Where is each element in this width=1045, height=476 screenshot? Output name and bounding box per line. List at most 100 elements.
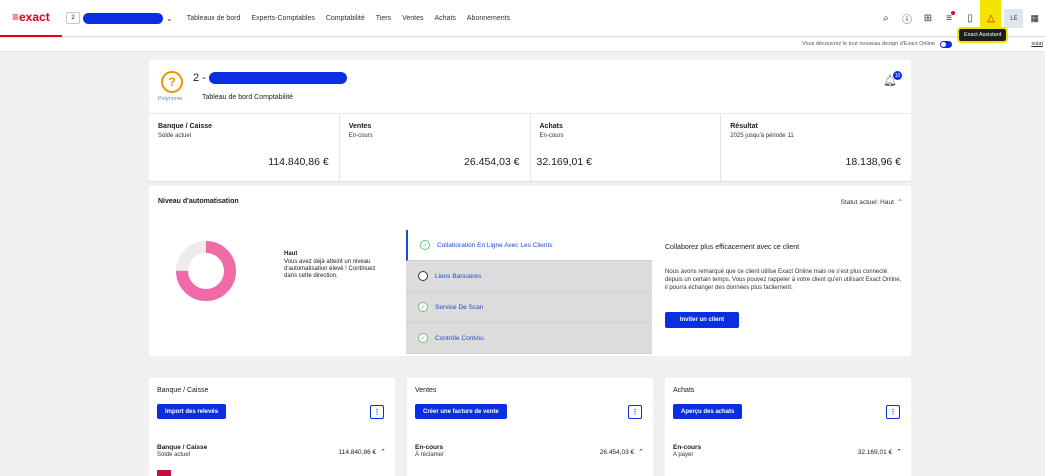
more-menu-icon[interactable]: ⋮ xyxy=(370,405,384,419)
step-collaboration[interactable]: ✓ Collaboration En Ligne Avec Les Client… xyxy=(406,230,652,261)
notification-badge: 10 xyxy=(893,71,902,80)
chevron-down-icon: ⌄ xyxy=(166,13,173,23)
exact-assistant-tooltip: Exact Assistant xyxy=(956,27,1009,43)
check-circle-icon: ✓ xyxy=(420,240,430,250)
row-value-toggle[interactable]: 114.840,86 € ⌃ xyxy=(338,448,386,457)
card-title: Achats xyxy=(673,387,695,394)
kpi-value: 18.138,96 € xyxy=(845,156,901,168)
top-bar: ≡exact 2 ⌄ Tableaux de bord Experts-Comp… xyxy=(0,0,1045,37)
company-prefix: 2 - xyxy=(193,72,206,84)
automation-level: Haut Vous avez déjà atteint un niveau d'… xyxy=(284,251,389,280)
row-sub: A payer xyxy=(673,452,694,458)
automation-section: Niveau d'automatisation Statut actuel: H… xyxy=(149,186,911,356)
search-icon[interactable]: ⌕ xyxy=(875,0,896,37)
kpi-title: Achats xyxy=(539,123,563,130)
check-circle-icon: ✓ xyxy=(418,333,428,343)
level-text: Vous avez déjà atteint un niveau d'autom… xyxy=(284,259,376,279)
row-value: 26.454,03 € xyxy=(599,448,635,456)
card-ventes: Ventes Créer une facture de vente ⋮ En-c… xyxy=(407,378,653,476)
notification-dot xyxy=(951,11,956,15)
company-code: 2 xyxy=(66,12,80,24)
nav-achats[interactable]: Achats xyxy=(434,15,455,22)
kpi-sub: En-cours xyxy=(539,133,564,139)
row-value: 114.840,86 € xyxy=(338,448,377,456)
step-controle-continu[interactable]: ✓ Contrôle Continu xyxy=(406,323,652,354)
kpi-value: 26.454,03 € xyxy=(464,156,520,168)
nav-experts-comptables[interactable]: Experts-Comptables xyxy=(251,15,314,22)
row-title: Banque / Caisse xyxy=(157,444,208,451)
brand-name: Polynome xyxy=(158,96,183,102)
import-statements-button[interactable]: Import des relevés xyxy=(157,404,227,419)
kpi-achats[interactable]: Achats En-cours 32.169,01 € xyxy=(531,114,722,181)
empty-circle-icon: ✓ xyxy=(418,271,428,281)
kpi-value: 114.840,86 € xyxy=(268,156,329,168)
detail-title: Collaborez plus efficacement avec ce cli… xyxy=(665,244,800,251)
row-title: En-cours xyxy=(415,444,444,451)
kpi-resultat[interactable]: Résultat 2025 jusqu'à période 11 18.138,… xyxy=(721,114,911,181)
more-menu-icon[interactable]: ⋮ xyxy=(886,405,900,419)
dashboard-panel: ? Polynome 2 - Tableau de bord Comptabil… xyxy=(149,60,911,356)
row-value-toggle[interactable]: 32.169,01 € ⌃ xyxy=(857,448,902,457)
more-menu-icon[interactable]: ⋮ xyxy=(628,405,642,419)
chevron-up-icon: ⌃ xyxy=(895,199,903,206)
nav-abonnements[interactable]: Abonnements xyxy=(467,15,510,22)
kpi-title: Ventes xyxy=(348,123,372,130)
kpi-ventes[interactable]: Ventes En-cours 26.454,03 € xyxy=(340,114,531,181)
kpi-sub: Solde actuel xyxy=(158,133,192,139)
purchases-overview-button[interactable]: Aperçu des achats xyxy=(673,404,743,419)
feedback-link[interactable]: sulat xyxy=(1031,41,1043,47)
help-icon[interactable]: ⓘ xyxy=(896,0,917,37)
automation-status: Statut actuel: Haut xyxy=(840,199,894,206)
polynome-logo-icon: ? xyxy=(161,71,183,93)
exact-logo[interactable]: ≡exact xyxy=(0,0,62,37)
nav-tiers[interactable]: Tiers xyxy=(376,15,391,22)
card-achats: Achats Aperçu des achats ⋮ En-cours A pa… xyxy=(665,378,911,476)
create-sales-invoice-button[interactable]: Créer une facture de vente xyxy=(415,404,507,419)
kpi-title: Banque / Caisse xyxy=(158,123,213,130)
card-title: Banque / Caisse xyxy=(157,387,209,394)
step-label: Liens Bancaires xyxy=(435,272,482,280)
company-name-redacted xyxy=(83,12,163,24)
level-label: Haut xyxy=(284,251,298,257)
detail-text: Nous avons remarqué que ce client utilis… xyxy=(665,269,902,291)
design-banner: Vous découvrez le tout nouveau design d'… xyxy=(0,38,1045,52)
nav-comptabilite[interactable]: Comptabilité xyxy=(326,15,365,22)
kpi-title: Résultat xyxy=(730,123,758,130)
kpi-sub: En-cours xyxy=(348,133,373,139)
user-avatar[interactable]: LE xyxy=(1004,9,1024,28)
step-label: Service De Scan xyxy=(435,303,484,311)
dashboard-header: ? Polynome 2 - Tableau de bord Comptabil… xyxy=(149,60,911,114)
chevron-up-icon: ⌃ xyxy=(638,449,644,456)
main-nav: Tableaux de bord Experts-Comptables Comp… xyxy=(187,15,521,22)
step-service-de-scan[interactable]: ✓ Service De Scan xyxy=(406,292,652,323)
row-sub: À réclamer xyxy=(415,452,445,458)
nav-tableaux-de-bord[interactable]: Tableaux de bord xyxy=(187,15,241,22)
kpi-banque[interactable]: Banque / Caisse Solde actuel 114.840,86 … xyxy=(149,114,340,181)
company-title: 2 - xyxy=(193,72,347,84)
step-label: Contrôle Continu xyxy=(435,334,484,342)
company-title-redacted xyxy=(208,72,347,84)
row-sub: Solde actuel xyxy=(157,452,191,458)
nav-ventes[interactable]: Ventes xyxy=(402,15,423,22)
page-title: Tableau de bord Comptabilité xyxy=(202,94,294,101)
company-selector[interactable]: 2 ⌄ xyxy=(66,12,173,24)
step-label: Collaboration En Ligne Avec Les Clients xyxy=(437,241,553,249)
invite-client-button[interactable]: Inviter un client xyxy=(665,312,739,328)
automation-status-toggle[interactable]: Statut actuel: Haut ⌃ xyxy=(840,198,903,206)
apps-grid-icon[interactable]: ▦ xyxy=(1030,13,1039,24)
automation-steps: ✓ Collaboration En Ligne Avec Les Client… xyxy=(406,230,652,354)
kpi-sub: 2025 jusqu'à période 11 xyxy=(730,133,794,139)
kpi-row: Banque / Caisse Solde actuel 114.840,86 … xyxy=(149,114,911,182)
step-liens-bancaires[interactable]: ✓ Liens Bancaires xyxy=(406,261,652,292)
card-banque-caisse: Banque / Caisse Import des relevés ⋮ Ban… xyxy=(149,378,395,476)
automation-donut xyxy=(176,241,236,301)
chevron-up-icon: ⌃ xyxy=(896,449,902,456)
row-value-toggle[interactable]: 26.454,03 € ⌃ xyxy=(599,448,644,457)
calculator-icon[interactable]: ⊞ xyxy=(917,0,938,37)
bottom-cards: Banque / Caisse Import des relevés ⋮ Ban… xyxy=(149,378,911,476)
new-design-toggle[interactable] xyxy=(940,41,952,48)
kpi-value: 32.169,01 € xyxy=(536,156,592,168)
row-value: 32.169,01 € xyxy=(857,448,893,456)
bank-marker xyxy=(157,470,171,476)
notifications-icon[interactable]: ≡ xyxy=(938,0,959,37)
